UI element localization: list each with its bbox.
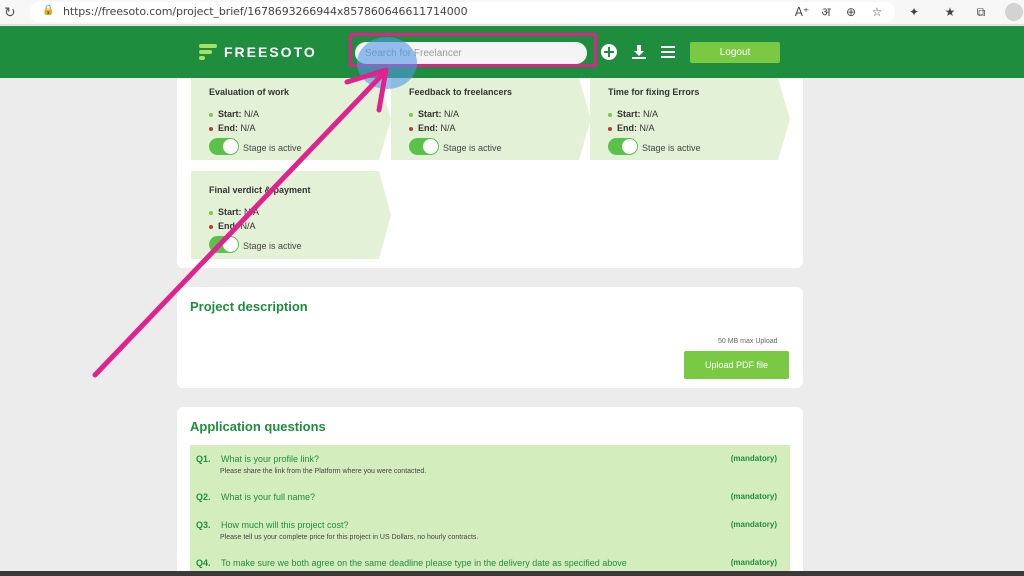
mandatory-tag: (mandatory) [730, 558, 777, 567]
stage-status: Stage is active [243, 143, 302, 153]
read-aloud-icon[interactable]: A⁺ [793, 3, 811, 21]
stages-card: Evaluation of work Start: N/A End: N/A S… [177, 78, 803, 268]
favorites-bar-icon[interactable]: ★ [941, 3, 959, 21]
stage-toggle[interactable] [209, 138, 239, 155]
stage-status: Stage is active [642, 143, 701, 153]
browser-toolbar: ↻ 🔒 https://freesoto.com/project_brief/1… [0, 0, 1024, 25]
stage-title: Time for fixing Errors [608, 87, 700, 97]
stage-toggle[interactable] [209, 236, 239, 253]
download-icon[interactable] [631, 44, 647, 60]
question-text: What is your profile link? [221, 454, 320, 464]
stage-status: Stage is active [243, 241, 302, 251]
address-bar[interactable]: 🔒 https://freesoto.com/project_brief/167… [30, 2, 895, 22]
stage-end: End: N/A [409, 123, 456, 133]
question-number: Q4. [196, 558, 211, 568]
question-text: How much will this project cost? [221, 520, 349, 530]
stage-start: Start: N/A [409, 109, 459, 119]
taskbar-strip [0, 571, 1024, 576]
stage-start: Start: N/A [608, 109, 658, 119]
mandatory-tag: (mandatory) [730, 454, 777, 463]
section-title: Application questions [190, 419, 326, 434]
upload-hint: 50 MB max Upload [718, 338, 778, 345]
stage-final-verdict-payment: Final verdict & payment Start: N/A End: … [191, 171, 391, 259]
mandatory-tag: (mandatory) [730, 520, 777, 529]
stage-toggle[interactable] [608, 138, 638, 155]
questions-list: Q1. What is your profile link? Please sh… [190, 445, 790, 576]
section-title: Project description [190, 299, 308, 314]
logout-button[interactable]: Logout [690, 42, 780, 63]
stage-start: Start: N/A [209, 109, 259, 119]
stage-end: End: N/A [209, 123, 256, 133]
question-hint: Please share the link from the Platform … [220, 468, 427, 475]
question-text: To make sure we both agree on the same d… [221, 558, 627, 568]
lock-icon[interactable]: 🔒 [42, 5, 54, 16]
stage-time-for-fixing-errors: Time for fixing Errors Start: N/A End: N… [590, 78, 790, 160]
stage-toggle[interactable] [409, 138, 439, 155]
stage-title: Final verdict & payment [209, 185, 311, 195]
add-icon[interactable] [601, 44, 617, 60]
question-number: Q2. [196, 492, 211, 502]
collections-icon[interactable]: ⧉ [972, 3, 990, 21]
stage-title: Feedback to freelancers [409, 87, 513, 97]
stage-end: End: N/A [209, 221, 256, 231]
logo-text: FREESOTO [224, 44, 317, 60]
stage-status: Stage is active [443, 143, 502, 153]
reload-icon[interactable]: ↻ [4, 4, 20, 20]
cursor-highlight [357, 37, 417, 89]
question-text: What is your full name? [221, 492, 316, 502]
stage-title: Evaluation of work [209, 87, 290, 97]
stage-evaluation-of-work: Evaluation of work Start: N/A End: N/A S… [191, 78, 391, 160]
stage-start: Start: N/A [209, 207, 259, 217]
profile-icon[interactable] [1005, 3, 1023, 21]
logo-mark-icon [199, 44, 217, 60]
question-number: Q1. [196, 454, 211, 464]
menu-icon[interactable] [660, 44, 676, 60]
extensions-icon[interactable]: ✦ [905, 3, 923, 21]
url-text[interactable]: https://freesoto.com/project_brief/16786… [63, 5, 468, 18]
mandatory-tag: (mandatory) [730, 492, 777, 501]
translate-icon[interactable]: अ [817, 3, 835, 21]
question-hint: Please tell us your complete price for t… [220, 534, 479, 541]
favorite-icon[interactable]: ☆ [868, 3, 886, 21]
stage-feedback-to-freelancers: Feedback to freelancers Start: N/A End: … [391, 78, 591, 160]
question-number: Q3. [196, 520, 211, 530]
zoom-icon[interactable]: ⊕ [842, 3, 860, 21]
upload-pdf-button[interactable]: Upload PDF file [684, 351, 789, 379]
stage-end: End: N/A [608, 123, 655, 133]
